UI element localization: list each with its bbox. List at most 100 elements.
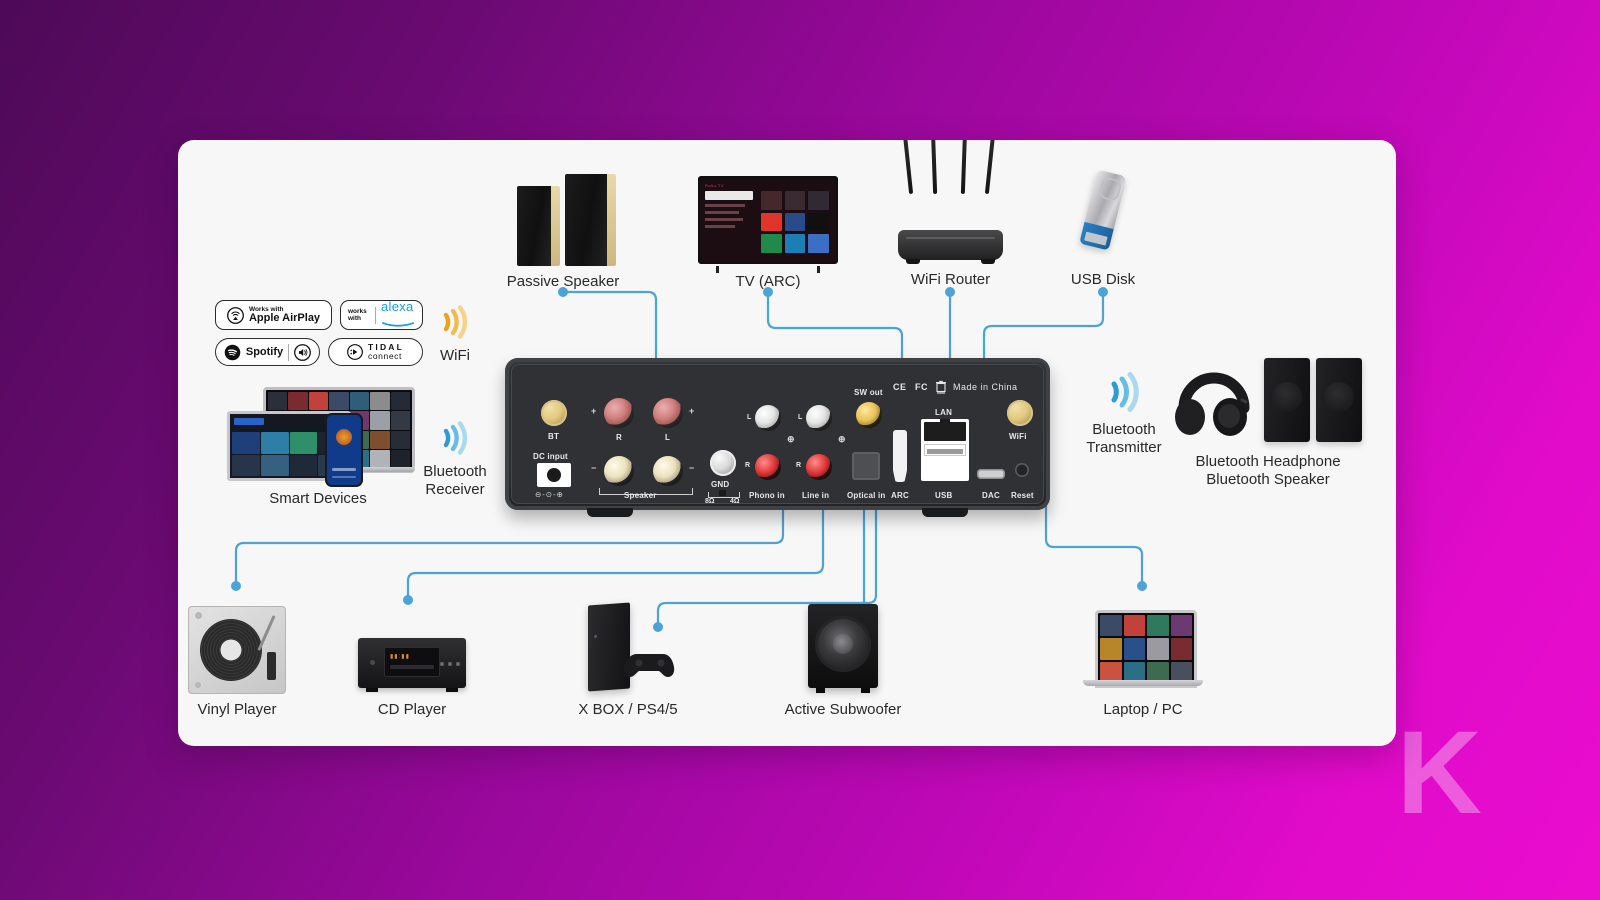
label-dc-polarity: ⊖-⊙-⊕ <box>535 490 564 499</box>
usb-disk-label: USB Disk <box>1070 271 1136 288</box>
label-speaker-r: R <box>616 433 622 442</box>
wifi-antenna-connector[interactable] <box>1007 400 1033 426</box>
node-wifi-router: WiFi Router <box>888 140 1013 289</box>
node-smart-devices: Smart Devices <box>218 385 418 508</box>
router-antenna-2 <box>930 140 938 195</box>
speaker-terminal-r-plus[interactable] <box>604 398 634 428</box>
label-impedance-4: 4Ω <box>730 498 740 505</box>
wifi-label: WiFi <box>440 347 470 364</box>
label-speaker-l-plus: + <box>689 406 695 416</box>
subwoofer-cone <box>815 616 871 672</box>
node-passive-speaker: Passive Speaker <box>503 172 623 291</box>
bluetooth-receiver-label-2: Receiver <box>425 481 485 499</box>
vinyl-player-label: Vinyl Player <box>197 701 277 718</box>
gnd-post[interactable] <box>710 450 736 476</box>
cd-player-label: CD Player <box>377 701 447 718</box>
usb-body <box>1079 169 1127 251</box>
cd-player-art: ▮▮:▮▮ <box>348 626 476 694</box>
bt-speaker-left <box>1264 358 1310 442</box>
label-gnd: GND <box>711 480 730 489</box>
line-in-left[interactable] <box>806 405 832 431</box>
speaker-terminal-l-minus[interactable] <box>653 456 683 486</box>
turntable-control[interactable] <box>267 652 276 680</box>
speaker-terminal-l-plus[interactable] <box>653 398 683 428</box>
phono-ground-mark: ⊕ <box>787 434 795 444</box>
tonearm <box>257 615 276 651</box>
bt-speaker-right <box>1316 358 1362 442</box>
optical-in-port[interactable] <box>852 452 880 480</box>
wifi-router-label: WiFi Router <box>910 271 991 288</box>
label-phono-r: R <box>745 462 751 469</box>
cd-display-text: ▮▮:▮▮ <box>390 654 410 660</box>
lan-usb-block[interactable] <box>921 419 969 481</box>
diagram-card: Works with Apple AirPlay works with alex… <box>178 140 1396 746</box>
tv-screen: Roku TV <box>698 176 838 264</box>
label-speaker-r-plus: + <box>591 406 597 416</box>
tidal-connect-icon <box>347 344 363 360</box>
badge-alexa-small: works with <box>348 307 367 322</box>
smart-phone-icon <box>325 413 363 487</box>
label-lan: LAN <box>935 408 953 417</box>
node-vinyl-player: Vinyl Player <box>181 606 293 719</box>
bt-antenna-connector[interactable] <box>541 400 567 426</box>
subwoofer-art <box>768 602 918 694</box>
speaker-terminal-r-minus[interactable] <box>604 456 634 486</box>
label-wifi-port: WiFi <box>1009 432 1027 441</box>
weee-bin-icon <box>936 380 946 394</box>
badge-tidal-sub: connect <box>367 351 402 361</box>
node-wifi: WiFi <box>426 304 484 365</box>
arc-hdmi-port[interactable] <box>893 430 907 482</box>
vinyl-record <box>200 619 262 681</box>
passive-speaker-label: Passive Speaker <box>506 273 620 290</box>
node-usb-disk: USB Disk <box>1058 168 1148 289</box>
label-speaker-l: L <box>665 433 671 442</box>
reset-button[interactable] <box>1015 463 1029 477</box>
sw-out-jack[interactable] <box>856 402 882 428</box>
router-antenna-3 <box>960 140 968 195</box>
badge-alexa-main: alexa <box>381 298 414 314</box>
bt-headphone-label-1: Bluetooth Headphone <box>1195 453 1341 470</box>
label-line-in: Line in <box>802 491 830 500</box>
label-line-r: R <box>796 462 802 469</box>
node-bluetooth-transmitter: Bluetooth Transmitter <box>1078 370 1170 458</box>
tv-leg-left <box>716 266 719 273</box>
usb-a-port[interactable] <box>924 444 966 456</box>
xbox-ps-label: X BOX / PS4/5 <box>578 701 678 718</box>
spotify-icon <box>224 344 241 360</box>
line-ground-mark: ⊕ <box>838 434 846 444</box>
node-tv-arc: Roku TV TV (ARC) <box>698 176 838 291</box>
label-phono-l: L <box>747 414 752 421</box>
subwoofer-icon <box>808 604 878 693</box>
smart-devices-art <box>227 385 415 487</box>
badge-apple-airplay[interactable]: Works with Apple AirPlay <box>215 300 332 330</box>
console-icon <box>558 600 698 694</box>
amp-foot-right <box>922 508 968 517</box>
dc-input-jack[interactable] <box>537 463 571 487</box>
speaker-left <box>517 186 560 266</box>
ce-mark-icon: CE <box>893 382 907 392</box>
cd-player-icon: ▮▮:▮▮ <box>358 638 466 692</box>
fcc-mark-icon: FC <box>915 382 928 392</box>
dac-usb-c-port[interactable] <box>977 469 1005 479</box>
headphone-icon <box>1172 360 1256 442</box>
phono-in-left[interactable] <box>755 405 781 431</box>
lan-rj45-port[interactable] <box>924 419 966 441</box>
bluetooth-wave-icon <box>438 420 472 456</box>
amplifier-rear-panel[interactable]: BT DC input ⊖-⊙-⊕ + R − + L − Speaker GN… <box>505 358 1050 517</box>
badge-divider-2 <box>288 343 290 361</box>
line-in-right[interactable] <box>806 454 832 480</box>
airplay-icon <box>227 306 244 324</box>
laptop-screen <box>1095 610 1197 688</box>
impedance-switch[interactable] <box>719 490 726 496</box>
amplifier-faceplate: BT DC input ⊖-⊙-⊕ + R − + L − Speaker GN… <box>511 364 1044 505</box>
service-badges: Works with Apple AirPlay works with alex… <box>215 298 427 374</box>
badge-spotify[interactable]: Spotify <box>215 338 320 366</box>
badge-alexa[interactable]: works with alexa <box>340 298 423 330</box>
node-xbox-ps: X BOX / PS4/5 <box>558 600 698 719</box>
badge-tidal[interactable]: TIDAL connect <box>328 338 423 366</box>
gamepad-icon <box>623 648 676 680</box>
label-impedance-8: 8Ω <box>705 498 715 505</box>
label-sw-out: SW out <box>854 388 883 397</box>
router-body <box>898 230 1003 264</box>
phono-in-right[interactable] <box>755 454 781 480</box>
